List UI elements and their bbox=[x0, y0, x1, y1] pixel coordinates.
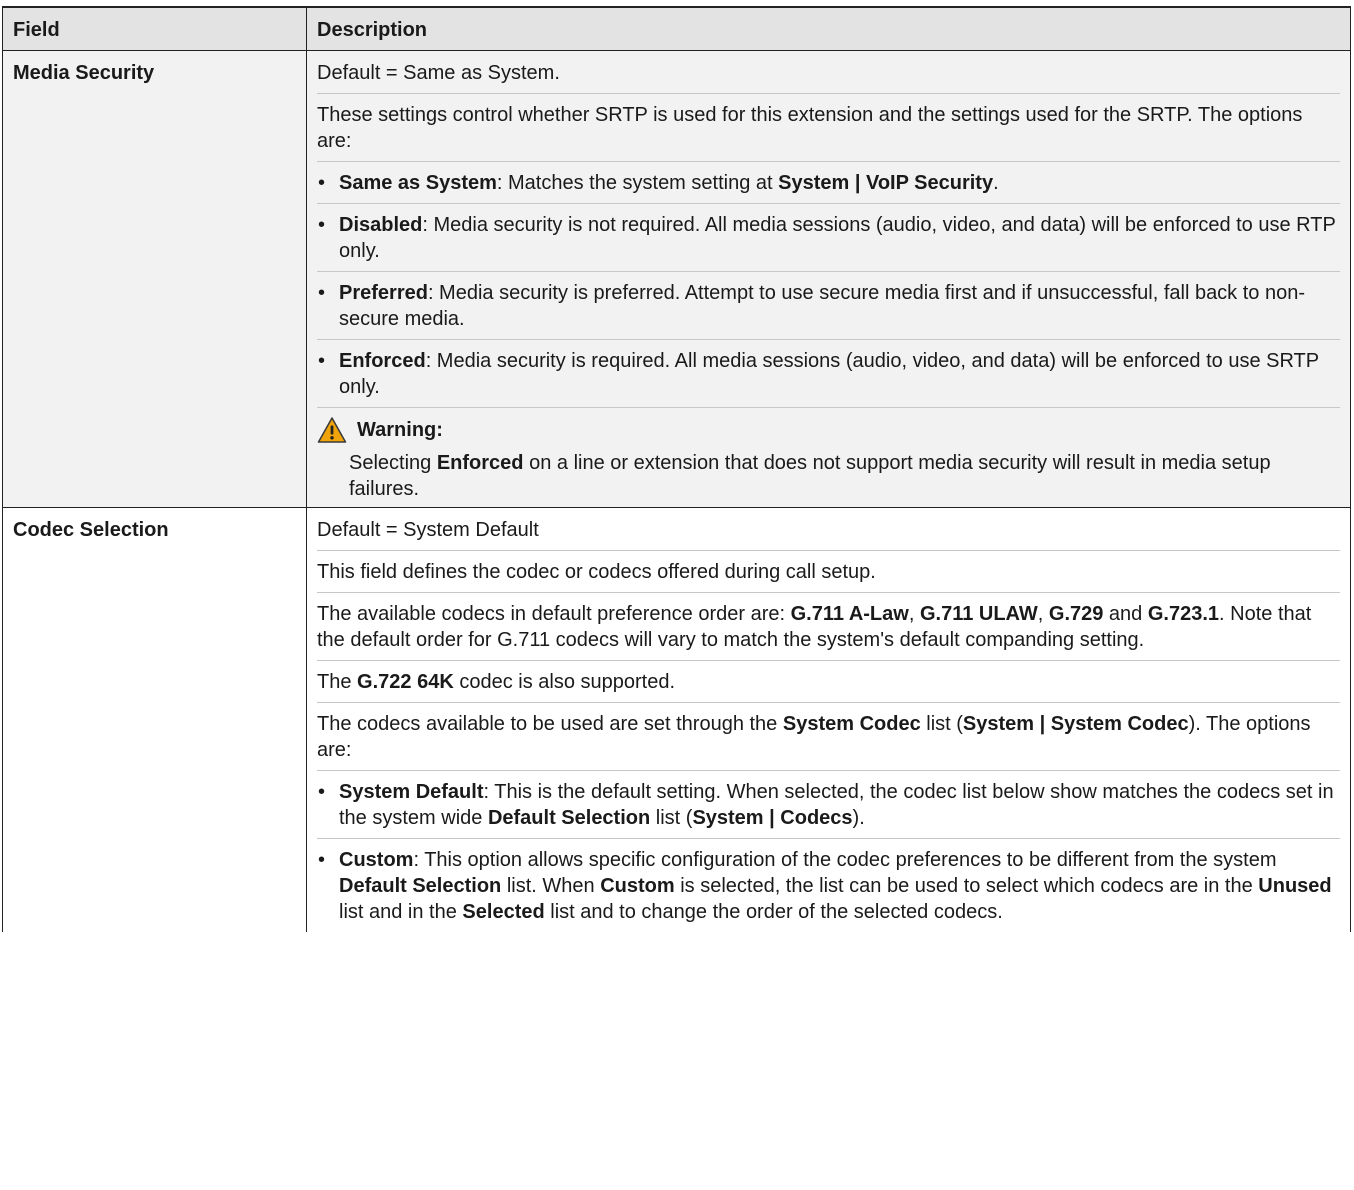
list-item: • System Default: This is the default set… bbox=[317, 771, 1340, 839]
bold-term: Unused bbox=[1258, 875, 1332, 897]
paragraph: The G.722 64K codec is also supported. bbox=[317, 661, 1340, 703]
description-cell: Default = System Default This field defi… bbox=[306, 507, 1351, 932]
bold-term: System | VoIP Security bbox=[778, 172, 994, 194]
warning-triangle-icon bbox=[317, 417, 347, 443]
list-item: • Enforced: Media security is required. A… bbox=[317, 340, 1340, 408]
list-item: • Disabled: Media security is not require… bbox=[317, 204, 1340, 272]
bold-term: System Default bbox=[339, 781, 484, 803]
bullet-marker: • bbox=[318, 172, 326, 194]
bold-term: Custom bbox=[339, 849, 414, 871]
field-description-table: Field Description Media Security Default… bbox=[2, 6, 1351, 932]
bullet-marker: • bbox=[318, 781, 326, 803]
list-item-text: System Default: This is the default sett… bbox=[339, 781, 1334, 829]
list-item-text: Custom: This option allows specific conf… bbox=[339, 849, 1332, 923]
bold-term: Default Selection bbox=[339, 875, 502, 897]
bullet-marker: • bbox=[318, 214, 326, 236]
bold-term: Disabled bbox=[339, 214, 423, 236]
field-name: Media Security bbox=[2, 50, 307, 508]
bold-term: Same as System bbox=[339, 172, 497, 194]
bold-term: System | System Codec bbox=[962, 713, 1189, 735]
bold-term: G.729 bbox=[1048, 603, 1104, 625]
warning-title: Warning: bbox=[357, 419, 443, 441]
bullet-marker: • bbox=[318, 350, 326, 372]
table-row: Media Security Default = Same as System.… bbox=[2, 50, 1351, 508]
bold-term: G.711 ULAW bbox=[919, 603, 1038, 625]
list-item: • Same as System: Matches the system sett… bbox=[317, 162, 1340, 204]
paragraph: This field defines the codec or codecs o… bbox=[317, 551, 1340, 593]
list-item: • Custom: This option allows specific con… bbox=[317, 839, 1340, 932]
bold-term: Preferred bbox=[339, 282, 428, 304]
warning-text: Selecting Enforced on a line or extensio… bbox=[349, 452, 1271, 500]
description-cell: Default = Same as System. These settings… bbox=[306, 50, 1351, 508]
bold-term: G.723.1 bbox=[1147, 603, 1220, 625]
list-item-text: Same as System: Matches the system setti… bbox=[339, 172, 999, 194]
warning-note: Warning: Selecting Enforced on a line or… bbox=[317, 408, 1340, 507]
list-item: • Preferred: Media security is preferred.… bbox=[317, 272, 1340, 340]
paragraph: Default = Same as System. bbox=[317, 57, 1340, 94]
description-column-header: Description bbox=[306, 6, 1351, 51]
bullet-marker: • bbox=[318, 849, 326, 871]
paragraph: The codecs available to be used are set … bbox=[317, 703, 1340, 771]
bold-term: Selected bbox=[462, 901, 545, 923]
paragraph: Default = System Default bbox=[317, 514, 1340, 551]
table-row: Codec Selection Default = System Default… bbox=[2, 507, 1351, 932]
bold-term: System Codec bbox=[782, 713, 921, 735]
list-item-text: Preferred: Media security is preferred. … bbox=[339, 282, 1306, 330]
bold-term: G.711 A-Law bbox=[790, 603, 909, 625]
list-item-text: Disabled: Media security is not required… bbox=[339, 214, 1336, 262]
field-column-header: Field bbox=[2, 6, 307, 51]
table-header-row: Field Description bbox=[2, 6, 1351, 51]
bullet-marker: • bbox=[318, 282, 326, 304]
field-name: Codec Selection bbox=[2, 507, 307, 932]
paragraph: These settings control whether SRTP is u… bbox=[317, 94, 1340, 162]
warning-heading: Warning: bbox=[317, 408, 1340, 450]
bold-term: G.722 64K bbox=[357, 671, 454, 693]
bold-term: Enforced bbox=[339, 350, 426, 372]
bold-term: Default Selection bbox=[487, 807, 651, 829]
bold-term: Enforced bbox=[436, 452, 524, 474]
bold-term: Custom bbox=[600, 875, 675, 897]
bold-term: System | Codecs bbox=[692, 807, 853, 829]
paragraph: The available codecs in default preferen… bbox=[317, 593, 1340, 661]
list-item-text: Enforced: Media security is required. Al… bbox=[339, 350, 1319, 398]
